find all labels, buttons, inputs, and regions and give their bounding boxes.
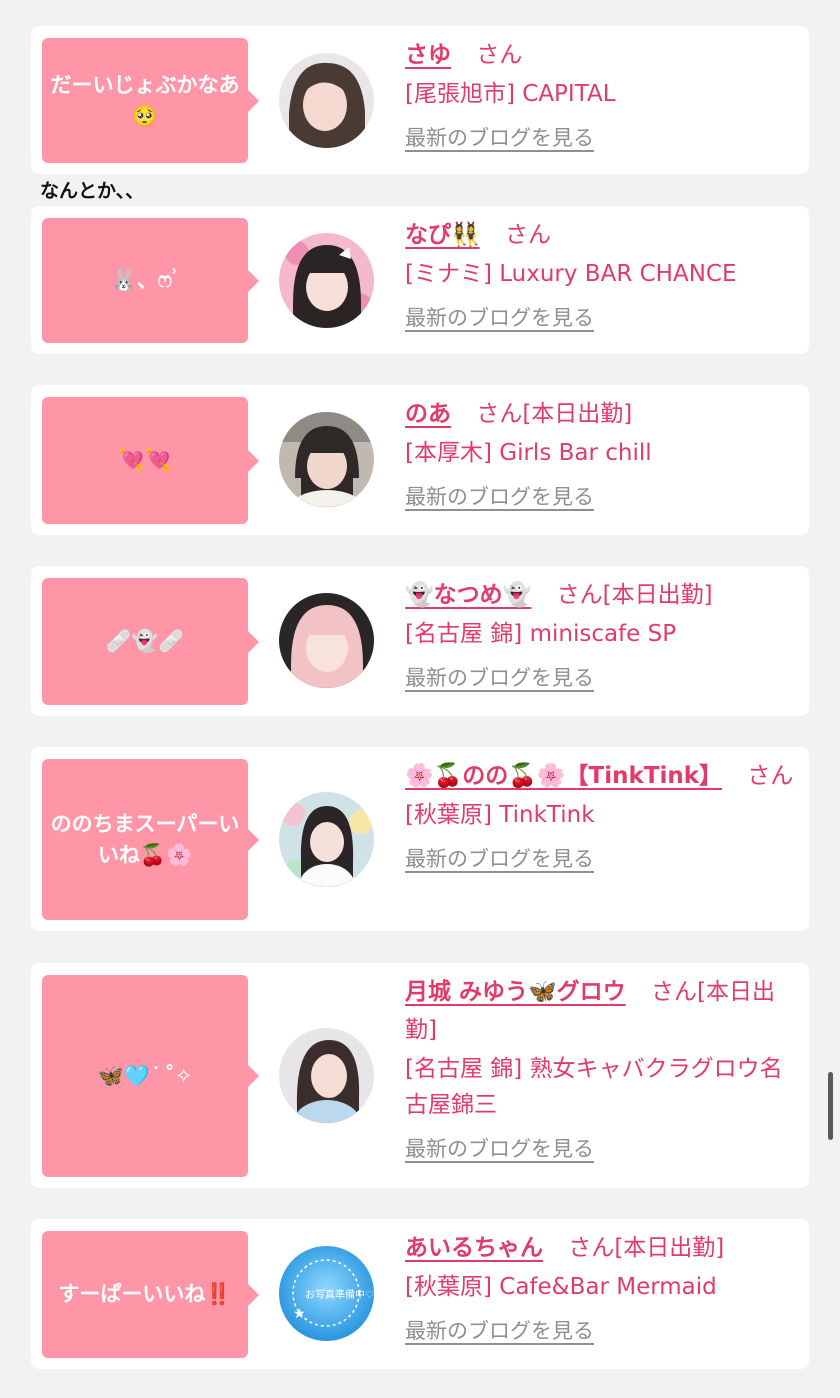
- blog-card: 🩹👻🩹 👻なつめ👻 さん[本日出勤] [名古屋 錦] miniscafe SP …: [31, 566, 809, 716]
- name-line: あいるちゃん さん[本日出勤]: [405, 1229, 795, 1267]
- comment-bubble: 💘💘: [42, 397, 259, 524]
- name-line: さゆ さん: [405, 36, 795, 74]
- name-line: 👻なつめ👻 さん[本日出勤]: [405, 576, 795, 614]
- avatar[interactable]: [279, 593, 374, 688]
- blog-card: 🦋🩵 ͘ ˚✧ 月城 みゆう🦋グロウ さん[本日出勤] [名古屋 錦] 熟女キャ…: [31, 963, 809, 1188]
- shop-name: [ミナミ] Luxury BAR CHANCE: [405, 261, 737, 287]
- name-line: なぴ👯‍♀️ さん: [405, 216, 795, 254]
- shop-name: [秋葉原] TinkTink: [405, 802, 595, 828]
- avatar[interactable]: [279, 233, 374, 328]
- blog-card: だーいじょぶかなあ🥺 さゆ さん [尾張旭市] CAPITAL 最新のブログを見…: [31, 26, 809, 174]
- san-suffix: さん: [504, 222, 551, 248]
- blog-card: ののちまスーパーいいね🍒🌸 🌸🍒のの🍒🌸【TinkTink】 さん [秋葉原] …: [31, 747, 809, 931]
- avatar[interactable]: [279, 1028, 374, 1123]
- name-line: 月城 みゆう🦋グロウ さん[本日出勤]: [405, 973, 795, 1049]
- san-suffix: さん: [650, 979, 697, 1005]
- work-status: [本日出勤]: [614, 1235, 725, 1261]
- latest-blog-link[interactable]: 最新のブログを見る: [405, 124, 594, 152]
- avatar[interactable]: ★ お写真準備中♡: [279, 1246, 374, 1341]
- san-suffix: さん: [476, 401, 523, 427]
- shop-name: [本厚木] Girls Bar chill: [405, 440, 652, 466]
- work-status: [本日出勤]: [602, 582, 713, 608]
- latest-blog-link[interactable]: 最新のブログを見る: [405, 664, 594, 692]
- cast-name-link[interactable]: 月城 みゆう🦋グロウ: [405, 979, 626, 1005]
- comment-text: なんとか、、: [40, 180, 145, 202]
- comment-bubble: だーいじょぶかなあ🥺: [42, 38, 259, 163]
- san-suffix: さん: [556, 582, 603, 608]
- blog-card: 💘💘 のあ さん[本日出勤] [本厚木] Girls Bar chill 最新の…: [31, 385, 809, 535]
- avatar[interactable]: [279, 412, 374, 507]
- avatar[interactable]: [279, 792, 374, 887]
- san-suffix: さん: [747, 763, 794, 789]
- cast-name-link[interactable]: さゆ: [405, 42, 451, 68]
- work-status: [本日出勤]: [522, 401, 633, 427]
- comment-bubble: ののちまスーパーいいね🍒🌸: [42, 759, 259, 920]
- blog-card: 🐰、ෆ ͗ なぴ👯‍♀️ さん [ミナミ] Luxury BAR CHANCE …: [31, 206, 809, 354]
- latest-blog-link[interactable]: 最新のブログを見る: [405, 845, 594, 873]
- comment-bubble: 🦋🩵 ͘ ˚✧: [42, 975, 259, 1177]
- name-line: 🌸🍒のの🍒🌸【TinkTink】 さん: [405, 757, 795, 795]
- comment-bubble: 🐰、ෆ ͗: [42, 218, 259, 343]
- avatar-placeholder-text: お写真準備中♡: [305, 1288, 374, 1301]
- svg-text:★: ★: [293, 1306, 306, 1322]
- shop-name: [秋葉原] Cafe&Bar Mermaid: [405, 1274, 717, 1300]
- cast-name-link[interactable]: 🌸🍒のの🍒🌸【TinkTink】: [405, 763, 722, 789]
- latest-blog-link[interactable]: 最新のブログを見る: [405, 304, 594, 332]
- comment-bubble: 🩹👻🩹: [42, 578, 259, 705]
- blog-card: すーぱーいいね‼️ ★ お写真準備中♡ あいるちゃん さん[本日出勤] [秋葉原…: [31, 1219, 809, 1369]
- cast-name-link[interactable]: あいるちゃん: [405, 1235, 543, 1261]
- name-line: のあ さん[本日出勤]: [405, 395, 795, 433]
- latest-blog-link[interactable]: 最新のブログを見る: [405, 1135, 594, 1163]
- cast-name-link[interactable]: 👻なつめ👻: [405, 582, 531, 608]
- shop-name: [名古屋 錦] miniscafe SP: [405, 621, 677, 647]
- shop-name: [名古屋 錦] 熟女キャバクラグロウ名古屋錦三: [405, 1056, 783, 1118]
- cast-name-link[interactable]: のあ: [405, 401, 451, 427]
- latest-blog-link[interactable]: 最新のブログを見る: [405, 1317, 594, 1345]
- shop-name: [尾張旭市] CAPITAL: [405, 81, 616, 107]
- san-suffix: さん: [476, 42, 523, 68]
- latest-blog-link[interactable]: 最新のブログを見る: [405, 483, 594, 511]
- comment-bubble: すーぱーいいね‼️: [42, 1231, 259, 1358]
- avatar[interactable]: [279, 53, 374, 148]
- scrollbar[interactable]: [828, 1072, 833, 1140]
- cast-name-link[interactable]: なぴ👯‍♀️: [405, 222, 480, 248]
- san-suffix: さん: [568, 1235, 615, 1261]
